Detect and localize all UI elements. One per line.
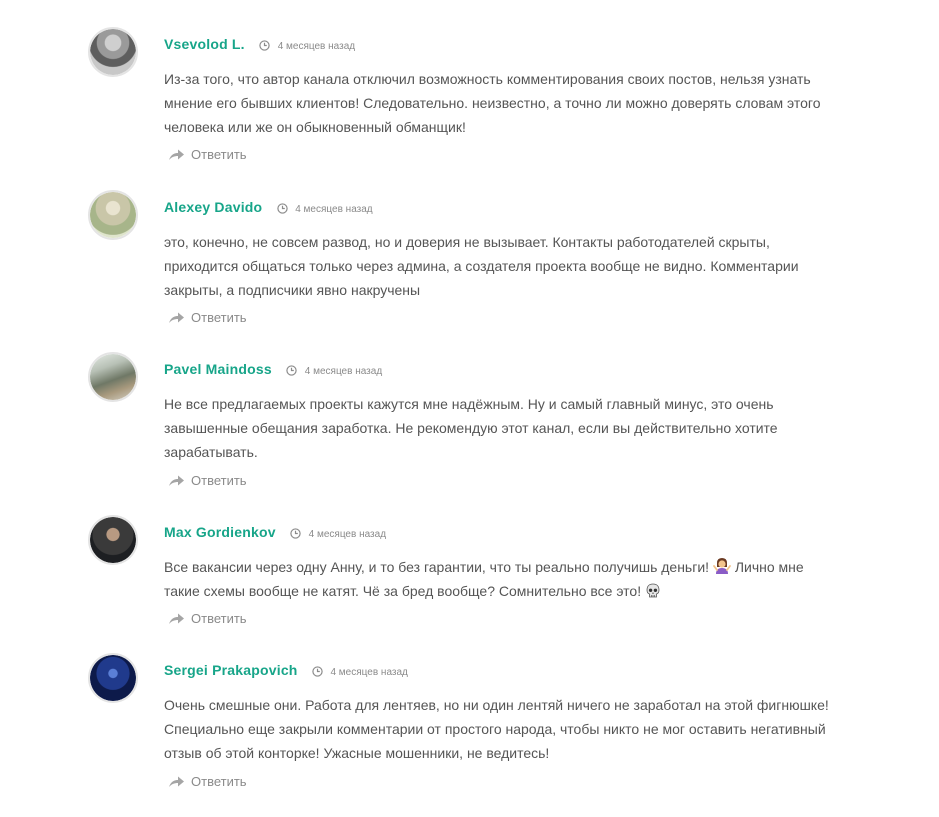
clock-icon: [259, 40, 270, 51]
woman-shrugging-emoji: [713, 558, 731, 574]
reply-arrow-icon: [169, 776, 184, 787]
comment-meta: Sergei Prakapovich 4 месяцев назад: [164, 662, 408, 680]
comment-author[interactable]: Sergei Prakapovich: [164, 662, 298, 678]
reply-label: Ответить: [191, 473, 247, 488]
comment-text: Из-за того, что автор канала отключил во…: [164, 71, 821, 135]
reply-label: Ответить: [191, 774, 247, 789]
skull-emoji: [646, 583, 660, 598]
avatar[interactable]: [88, 27, 138, 77]
comment-author[interactable]: Alexey Davido: [164, 199, 262, 215]
reply-button[interactable]: Ответить: [168, 473, 247, 488]
comment-meta: Alexey Davido 4 месяцев назад: [164, 199, 373, 217]
reply-button[interactable]: Ответить: [168, 310, 247, 325]
comment-text: Очень смешные они. Работа для лентяев, н…: [164, 697, 829, 761]
comment-text-part1: Все вакансии через одну Анну, и то без г…: [164, 559, 710, 575]
comment-text: Не все предлагаемых проекты кажутся мне …: [164, 396, 778, 460]
avatar[interactable]: [88, 515, 138, 565]
reply-button[interactable]: Ответить: [168, 611, 247, 626]
comment-time: 4 месяцев назад: [330, 667, 408, 678]
comment-time: 4 месяцев назад: [304, 366, 383, 377]
comment-meta: Max Gordienkov 4 месяцев назад: [164, 524, 386, 542]
comment-time: 4 месяцев назад: [295, 204, 373, 215]
clock-icon: [277, 203, 288, 214]
avatar[interactable]: [88, 352, 138, 402]
clock-icon: [290, 528, 301, 539]
reply-label: Ответить: [191, 310, 247, 325]
comment-meta: Vsevolod L. 4 месяцев назад: [164, 36, 355, 54]
reply-button[interactable]: Ответить: [168, 147, 247, 162]
reply-button[interactable]: Ответить: [168, 774, 247, 789]
comment-time: 4 месяцев назад: [308, 529, 387, 540]
comment-text: это, конечно, не совсем развод, но и дов…: [164, 234, 799, 298]
clock-icon: [312, 666, 323, 677]
comment-author[interactable]: Pavel Maindoss: [164, 361, 272, 377]
comment-author[interactable]: Max Gordienkov: [164, 524, 276, 540]
reply-arrow-icon: [169, 475, 184, 486]
avatar[interactable]: [88, 190, 138, 240]
clock-icon: [286, 365, 297, 376]
reply-arrow-icon: [169, 312, 184, 323]
reply-label: Ответить: [191, 611, 247, 626]
comment-text: Все вакансии через одну Анну, и то без г…: [164, 555, 834, 603]
comment-time: 4 месяцев назад: [277, 41, 356, 52]
comment-meta: Pavel Maindoss 4 месяцев назад: [164, 361, 382, 379]
comment-author[interactable]: Vsevolod L.: [164, 36, 245, 52]
reply-arrow-icon: [169, 613, 184, 624]
reply-label: Ответить: [191, 147, 247, 162]
reply-arrow-icon: [169, 149, 184, 160]
avatar[interactable]: [88, 653, 138, 703]
